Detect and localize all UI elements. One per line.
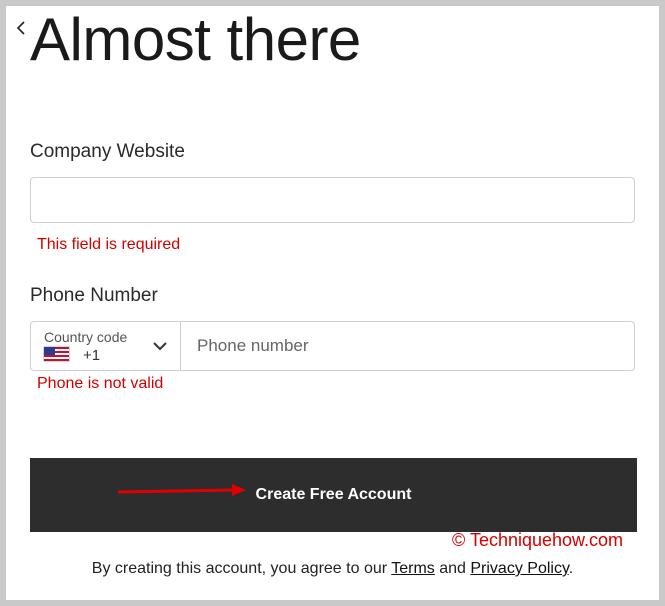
consent-suffix: .: [568, 560, 574, 577]
watermark-text: © Techniquehow.com: [452, 530, 624, 550]
company-website-input[interactable]: [31, 178, 634, 222]
consent-and: and: [434, 560, 471, 577]
phone-number-group: Country code +1: [30, 321, 635, 371]
dial-code: +1: [83, 347, 101, 364]
chevron-left-icon[interactable]: [14, 18, 28, 38]
terms-link[interactable]: Terms: [391, 560, 435, 577]
phone-number-label: Phone Number: [30, 285, 158, 306]
phone-error-message: Phone is not valid: [37, 375, 164, 392]
annotation-arrow-icon: [117, 484, 246, 496]
consent-text: By creating this account, you agree to o…: [6, 560, 659, 578]
signup-panel: Almost there Company Website This field …: [6, 6, 659, 600]
company-website-label: Company Website: [30, 141, 185, 162]
country-code-label: Country code: [44, 329, 128, 345]
us-flag-icon: [44, 347, 69, 361]
phone-number-field[interactable]: [181, 322, 634, 370]
phone-number-input[interactable]: [181, 322, 634, 370]
privacy-policy-link[interactable]: Privacy Policy: [470, 560, 568, 577]
consent-prefix: By creating this account, you agree to o…: [91, 560, 392, 577]
website-error-message: This field is required: [37, 236, 181, 253]
page-title: Almost there: [30, 6, 361, 73]
company-website-field[interactable]: [30, 177, 635, 223]
country-code-select[interactable]: Country code +1: [31, 322, 181, 370]
chevron-down-icon: [153, 342, 167, 351]
